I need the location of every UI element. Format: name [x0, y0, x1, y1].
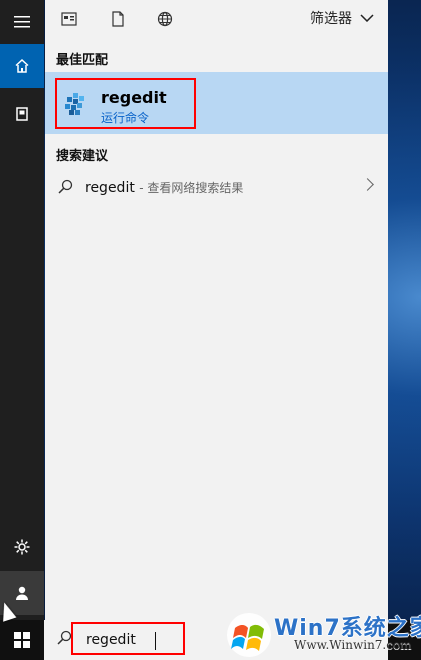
annotation-highlight-box [55, 78, 196, 129]
start-rail [0, 0, 44, 620]
document-icon [112, 11, 124, 27]
windows-logo-icon [14, 632, 30, 648]
home-icon [15, 58, 29, 73]
docs-button[interactable] [0, 92, 44, 136]
search-input-box[interactable]: regedit [71, 622, 185, 655]
apps-filter-button[interactable] [57, 7, 81, 31]
apps-icon [61, 12, 77, 26]
filter-label: 筛选器 [310, 11, 352, 27]
search-icon [58, 179, 73, 194]
taskbar: regedit [0, 620, 421, 660]
search-filter-toolbar: 筛选器 [45, 0, 388, 40]
user-icon [16, 586, 28, 600]
chevron-right-icon [361, 178, 374, 191]
gear-icon [14, 539, 30, 555]
docs-icon [16, 107, 28, 121]
settings-button[interactable] [0, 525, 44, 569]
web-filter-button[interactable] [153, 7, 177, 31]
suggestion-text: regedit - 查看网络搜索结果 [85, 179, 243, 196]
menu-button[interactable] [0, 0, 44, 44]
search-panel: 筛选器 最佳匹配 regedit 运行命令 搜索建议 regedit - 查看网… [45, 0, 388, 620]
web-suggestion-item[interactable]: regedit - 查看网络搜索结果 [45, 172, 388, 204]
hamburger-icon [14, 16, 30, 28]
taskbar-search[interactable]: regedit [44, 620, 388, 660]
search-input[interactable]: regedit [86, 632, 136, 648]
best-match-heading: 最佳匹配 [56, 53, 109, 68]
documents-filter-button[interactable] [106, 7, 130, 31]
chevron-down-icon [360, 14, 374, 22]
filter-dropdown[interactable]: 筛选器 [310, 8, 374, 28]
best-match-result[interactable]: regedit 运行命令 [45, 72, 388, 134]
text-caret [155, 632, 156, 650]
suggestion-description: - 查看网络搜索结果 [139, 181, 244, 195]
start-button[interactable] [0, 620, 44, 660]
search-suggestions-heading: 搜索建议 [56, 149, 109, 164]
suggestion-query: regedit [85, 180, 135, 196]
home-button[interactable] [0, 44, 44, 88]
search-icon [57, 630, 72, 645]
globe-icon [157, 11, 173, 27]
